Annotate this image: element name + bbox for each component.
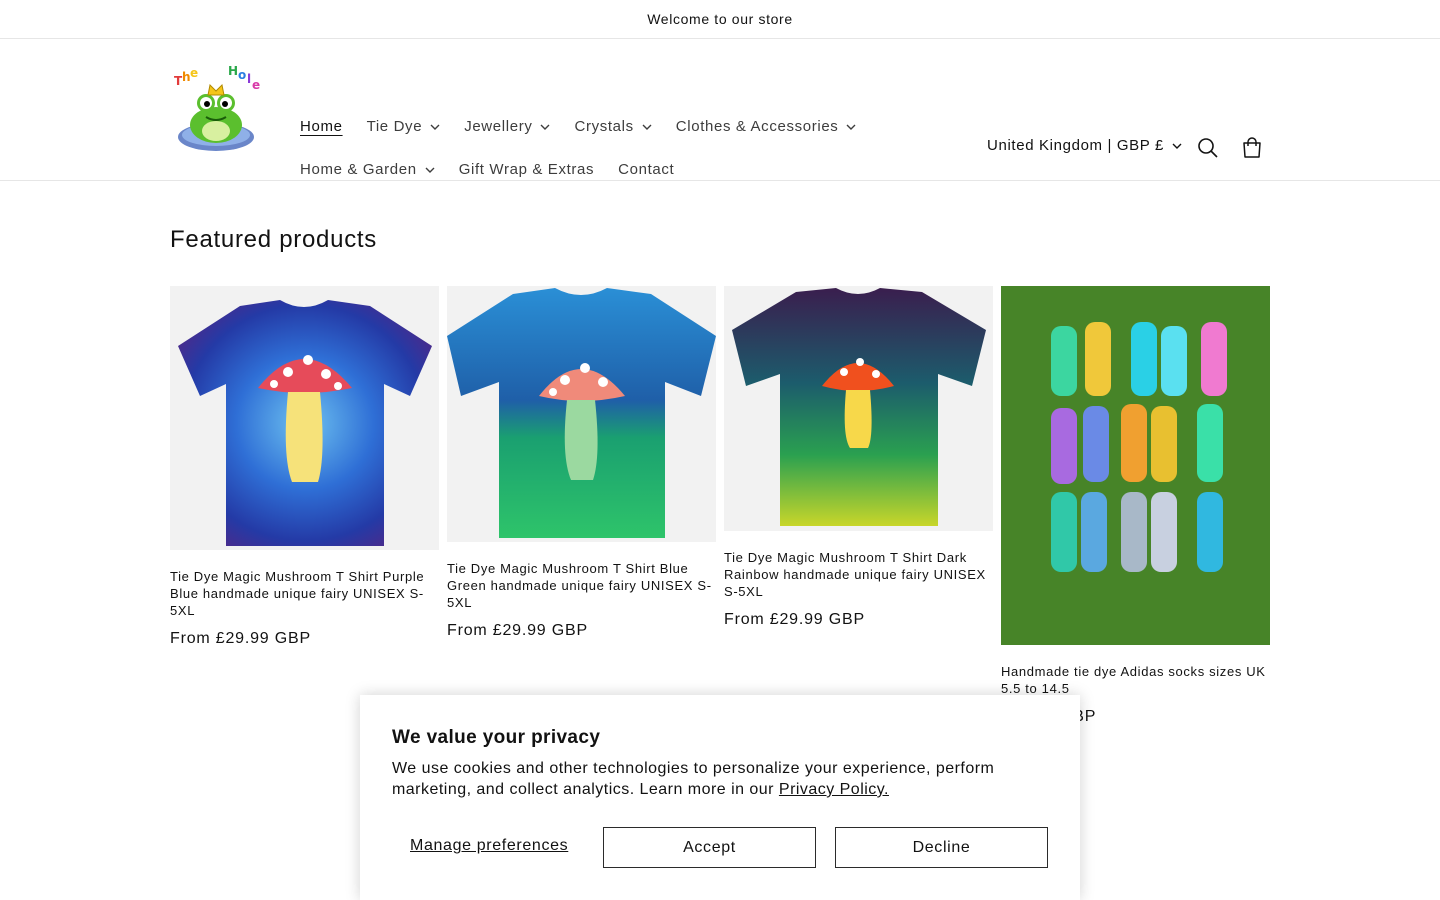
privacy-policy-link[interactable]: Privacy Policy. — [779, 781, 889, 798]
nav-item-label: Jewellery — [464, 118, 533, 135]
nav-item-label: Home — [300, 118, 343, 135]
product-card[interactable]: Tie Dye Magic Mushroom T Shirt Purple Bl… — [170, 286, 439, 648]
search-button[interactable] — [1196, 136, 1220, 160]
nav-item-home-garden[interactable]: Home & Garden — [300, 161, 435, 178]
nav-item-label: Crystals — [574, 118, 634, 135]
tshirt-mushroom-image — [170, 286, 439, 550]
nav-row-1: Home Tie Dye Jewellery Crystals Clothes & Ac… — [300, 105, 900, 148]
nav-item-label: Gift Wrap & Extras — [458, 161, 595, 178]
announcement-bar: Welcome to our store — [0, 0, 1440, 39]
site-header: T h e H o l e Home Tie Dye Jewellery Crysta… — [0, 39, 1440, 181]
search-icon — [1198, 138, 1218, 158]
manage-preferences-link[interactable]: Manage preferences — [410, 837, 568, 855]
cookie-heading: We value your privacy — [392, 727, 601, 748]
product-title[interactable]: Tie Dye Magic Mushroom T Shirt Purple Bl… — [170, 568, 439, 619]
svg-text:e: e — [252, 78, 261, 92]
cookie-consent-banner: We value your privacy We use cookies and… — [360, 695, 1080, 900]
svg-text:o: o — [238, 68, 247, 82]
product-title[interactable]: Handmade tie dye Adidas socks sizes UK 5… — [1001, 663, 1270, 697]
localization-label: United Kingdom | GBP £ — [987, 137, 1164, 154]
product-image[interactable] — [447, 286, 716, 542]
chevron-down-icon — [425, 167, 435, 173]
product-price: From £29.99 GBP — [447, 622, 588, 639]
product-image[interactable] — [170, 286, 439, 550]
product-title[interactable]: Tie Dye Magic Mushroom T Shirt Blue Gree… — [447, 560, 716, 611]
featured-products-title: Featured products — [170, 226, 378, 253]
nav-item-gift-wrap-extras[interactable]: Gift Wrap & Extras — [459, 161, 594, 178]
product-card[interactable]: Handmade tie dye Adidas socks sizes UK 5… — [1001, 286, 1270, 726]
nav-item-home[interactable]: Home — [300, 118, 343, 135]
socks-on-grass-image — [1001, 286, 1270, 645]
cart-button[interactable] — [1240, 136, 1264, 160]
nav-row-2: Home & Garden Gift Wrap & Extras Contact — [300, 148, 900, 191]
product-card[interactable]: Tie Dye Magic Mushroom T Shirt Blue Gree… — [447, 286, 716, 640]
nav-item-jewellery[interactable]: Jewellery — [464, 118, 550, 135]
product-image[interactable] — [1001, 286, 1270, 645]
nav-item-label: Home & Garden — [300, 161, 417, 178]
nav-item-clothes-accessories[interactable]: Clothes & Accessories — [676, 118, 857, 135]
announcement-text: Welcome to our store — [647, 11, 793, 27]
main-nav: Home Tie Dye Jewellery Crystals Clothes & Ac… — [300, 105, 900, 191]
cart-icon — [1243, 137, 1261, 158]
chevron-down-icon — [1172, 143, 1182, 149]
chevron-down-icon — [846, 124, 856, 130]
chevron-down-icon — [430, 124, 440, 130]
product-title[interactable]: Tie Dye Magic Mushroom T Shirt Dark Rain… — [724, 549, 993, 600]
nav-item-contact[interactable]: Contact — [618, 161, 674, 178]
store-logo[interactable]: T h e H o l e — [170, 64, 262, 157]
tshirt-mushroom-image — [447, 286, 716, 542]
chevron-down-icon — [642, 124, 652, 130]
tshirt-mushroom-image — [724, 286, 993, 531]
svg-text:e: e — [190, 66, 199, 80]
cookie-actions: Manage preferences Accept Decline — [392, 827, 1048, 868]
accept-button[interactable]: Accept — [603, 827, 816, 868]
chevron-down-icon — [540, 124, 550, 130]
nav-item-label: Tie Dye — [366, 118, 423, 135]
product-price: From £29.99 GBP — [724, 611, 865, 628]
nav-item-label: Clothes & Accessories — [675, 118, 839, 135]
product-image[interactable] — [724, 286, 993, 531]
cookie-body: We use cookies and other technologies to… — [392, 758, 1048, 800]
nav-item-tie-dye[interactable]: Tie Dye — [367, 118, 441, 135]
country-currency-selector[interactable]: United Kingdom | GBP £ — [987, 137, 1182, 154]
frog-logo-icon: T h e H o l e — [174, 64, 261, 151]
nav-item-label: Contact — [618, 161, 675, 178]
cookie-body-text: We use cookies and other technologies to… — [392, 760, 995, 798]
nav-item-crystals[interactable]: Crystals — [574, 118, 652, 135]
product-price: From £29.99 GBP — [170, 630, 311, 647]
decline-button[interactable]: Decline — [835, 827, 1048, 868]
product-card[interactable]: Tie Dye Magic Mushroom T Shirt Dark Rain… — [724, 286, 993, 629]
